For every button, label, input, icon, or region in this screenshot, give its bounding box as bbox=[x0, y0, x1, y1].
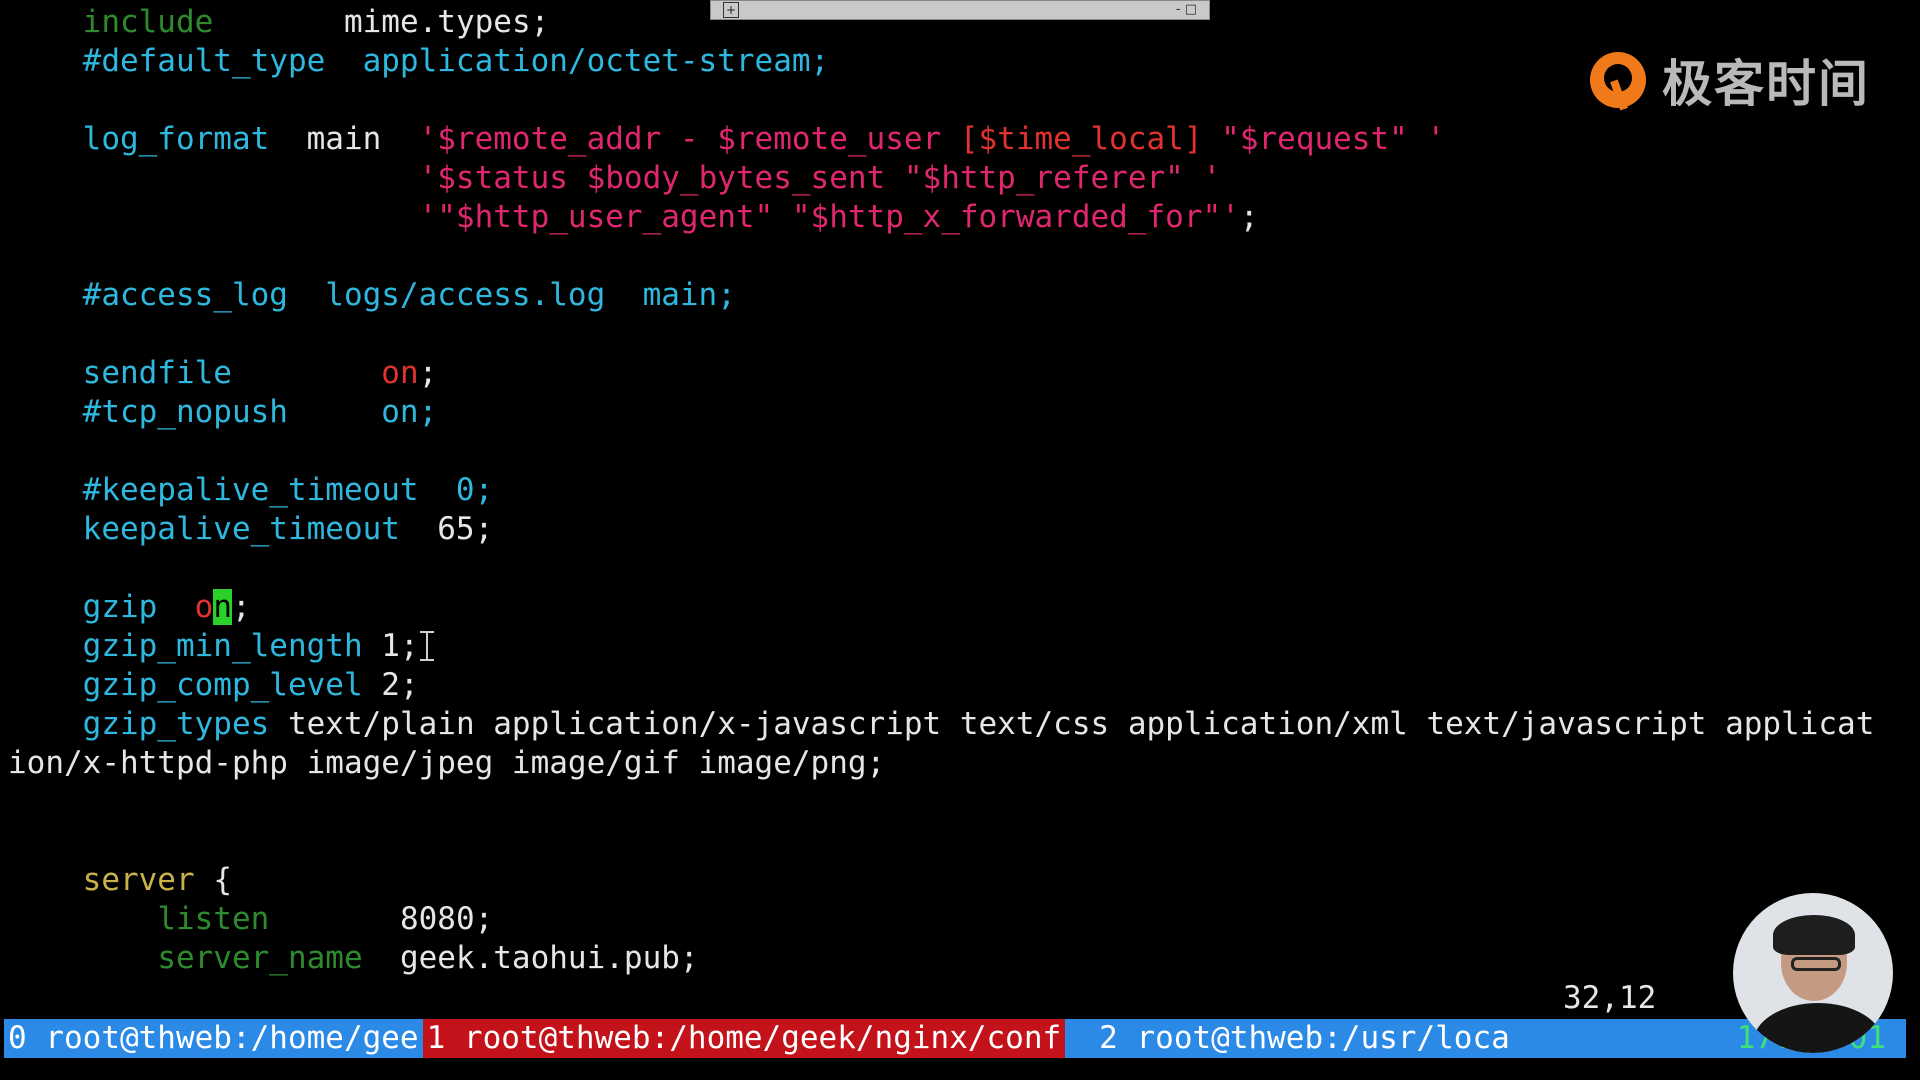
value: 2; bbox=[381, 667, 419, 703]
code-line: listen 8080; bbox=[8, 900, 1908, 939]
comment-line: #keepalive_timeout 0; bbox=[82, 472, 494, 508]
code-line: log_format main '$remote_addr - $remote_… bbox=[8, 120, 1908, 159]
code-line: '$status $body_bytes_sent "$http_referer… bbox=[8, 159, 1908, 198]
code-line: sendfile on; bbox=[8, 354, 1908, 393]
terminator: ; bbox=[418, 355, 438, 391]
value: text/plain application/x-javascript text… bbox=[287, 706, 1875, 742]
directive: server bbox=[82, 862, 195, 898]
code-line: gzip_types text/plain application/x-java… bbox=[8, 705, 1908, 744]
code-line: server { bbox=[8, 861, 1908, 900]
code-line: keepalive_timeout 65; bbox=[8, 510, 1908, 549]
brace: { bbox=[213, 862, 232, 898]
on-value: on bbox=[381, 355, 419, 391]
directive: log_format bbox=[82, 121, 270, 157]
mouse-ibeam-icon bbox=[417, 631, 437, 661]
terminator: ; bbox=[1239, 199, 1259, 235]
code-line: #keepalive_timeout 0; bbox=[8, 471, 1908, 510]
code-line: #access_log logs/access.log main; bbox=[8, 276, 1908, 315]
directive: gzip_comp_level bbox=[82, 667, 363, 703]
code-line: server_name geek.taohui.pub; bbox=[8, 939, 1908, 978]
directive: include bbox=[82, 4, 214, 40]
comment-line: #default_type application/octet-stream; bbox=[82, 43, 830, 79]
terminator: ; bbox=[231, 589, 251, 625]
code-line: #tcp_nopush on; bbox=[8, 393, 1908, 432]
webcam-shirt bbox=[1753, 1003, 1883, 1053]
code-line: #default_type application/octet-stream; bbox=[8, 42, 1908, 81]
code-line: include mime.types; bbox=[8, 3, 1908, 42]
value: geek.taohui.pub; bbox=[399, 940, 699, 976]
window-tab-0[interactable]: 0 root@thweb:/home/gee bbox=[4, 1019, 423, 1058]
string: '"$http_user_agent" "$http_x_forwarded_f… bbox=[418, 199, 1240, 235]
value: ion/x-httpd-php image/jpeg image/gif ima… bbox=[8, 745, 886, 781]
value: 1; bbox=[381, 628, 419, 664]
code-line: gzip_min_length 1; bbox=[8, 627, 1908, 666]
string: '$remote_addr - $remote_user bbox=[418, 121, 960, 157]
cursor-position: 32,12 bbox=[1563, 980, 1657, 1016]
on-value: o bbox=[194, 589, 214, 625]
directive: server_name bbox=[157, 940, 363, 976]
window-tab-2[interactable]: 2 root@thweb:/usr/loca bbox=[1065, 1019, 1514, 1058]
code-line: gzip on; bbox=[8, 588, 1908, 627]
vim-editor[interactable]: include mime.types; #default_type applic… bbox=[8, 3, 1908, 978]
string: '$status $body_bytes_sent "$http_referer… bbox=[418, 160, 1222, 196]
directive: gzip_types bbox=[82, 706, 270, 742]
code-line: gzip_comp_level 2; bbox=[8, 666, 1908, 705]
directive: gzip_min_length bbox=[82, 628, 363, 664]
code-line-wrapped: ion/x-httpd-php image/jpeg image/gif ima… bbox=[8, 744, 1908, 783]
directive: keepalive_timeout bbox=[82, 511, 400, 547]
code-line: '"$http_user_agent" "$http_x_forwarded_f… bbox=[8, 198, 1908, 237]
string: "$request" ' bbox=[1202, 121, 1446, 157]
text-cursor[interactable]: n bbox=[213, 589, 232, 625]
webcam-hair bbox=[1773, 915, 1855, 955]
webcam-glasses-icon bbox=[1791, 957, 1841, 971]
format-name: main bbox=[306, 121, 382, 157]
presenter-webcam bbox=[1733, 893, 1893, 1053]
value: 65; bbox=[437, 511, 494, 547]
window-tab-1[interactable]: 1 root@thweb:/home/geek/nginx/conf bbox=[422, 1019, 1066, 1058]
value: 8080; bbox=[399, 901, 494, 937]
value: mime.types; bbox=[343, 4, 550, 40]
tmux-status-bar: 0 root@thweb:/home/gee 1 root@thweb:/hom… bbox=[4, 1019, 1906, 1058]
string-bracket: [$time_local] bbox=[959, 121, 1203, 157]
comment-line: #access_log logs/access.log main; bbox=[82, 277, 736, 313]
directive: gzip bbox=[82, 589, 158, 625]
comment-line: #tcp_nopush on; bbox=[82, 394, 438, 430]
directive: sendfile bbox=[82, 355, 232, 391]
directive: listen bbox=[157, 901, 270, 937]
